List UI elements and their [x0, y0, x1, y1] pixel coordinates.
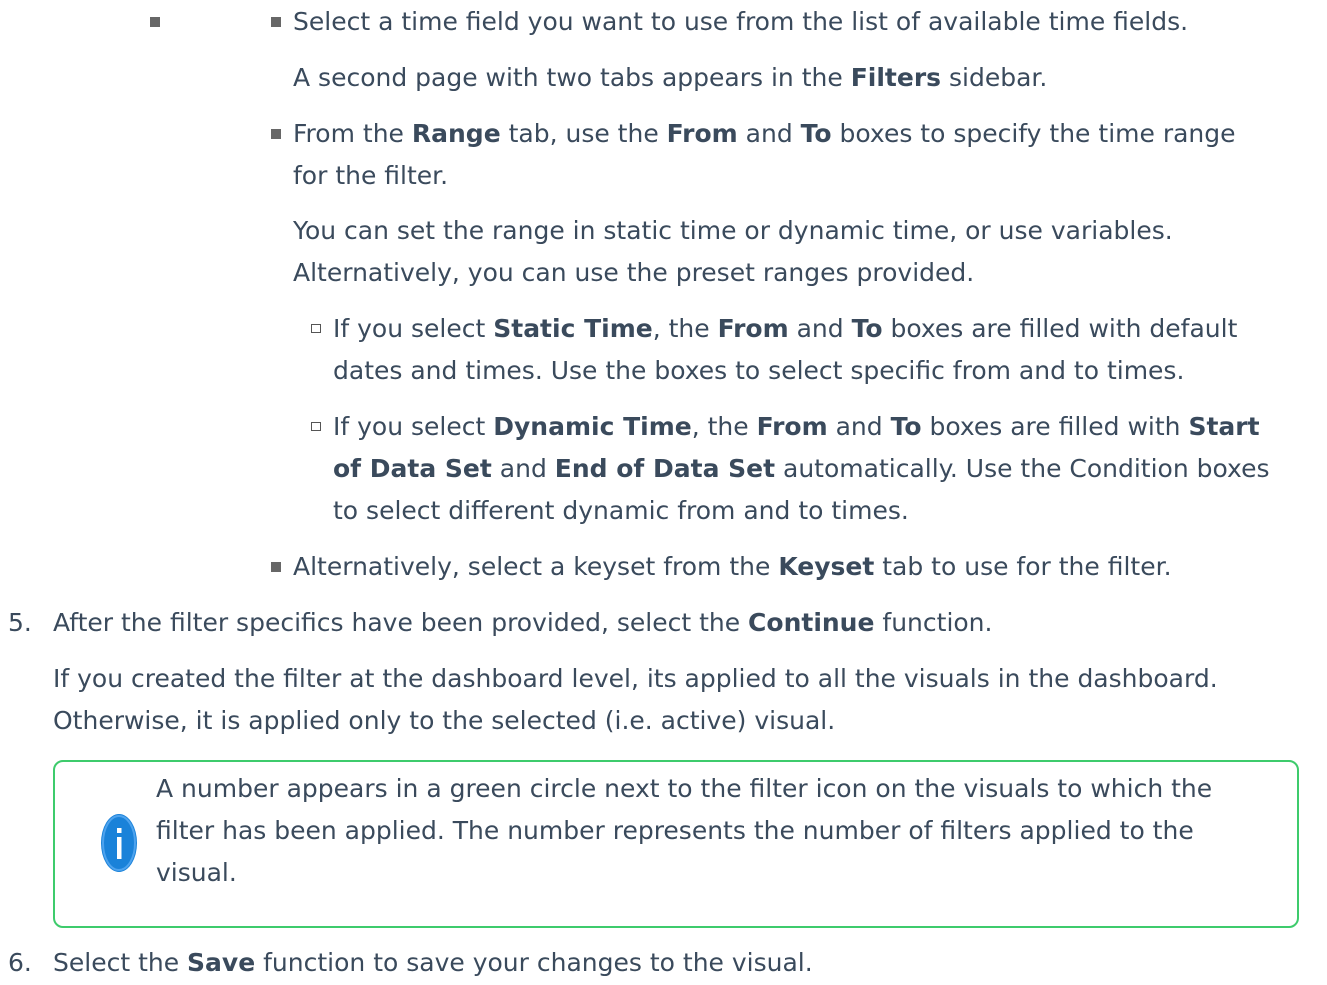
list-item-cont: of Data Set and End of Data Set automati…: [333, 454, 1270, 483]
list-item-cont: for the filter.: [293, 161, 449, 190]
list-item-cont: dates and times. Use the boxes to select…: [333, 356, 1185, 385]
info-icon: [101, 814, 137, 872]
paragraph: You can set the range in static time or …: [293, 216, 1173, 245]
paragraph: If you created the filter at the dashboa…: [53, 664, 1218, 693]
note-text: A number appears in a green circle next …: [156, 774, 1213, 803]
list-bullet: [271, 17, 281, 27]
note-text: visual.: [156, 858, 237, 887]
list-item: If you select Static Time, the From and …: [333, 314, 1238, 343]
step-text: After the filter specifics have been pro…: [53, 608, 993, 637]
list-bullet: [150, 17, 160, 27]
list-bullet: [311, 324, 321, 333]
list-item-cont: to select different dynamic from and to …: [333, 496, 909, 525]
step-number: 6.: [8, 948, 32, 977]
list-item: Alternatively, select a keyset from the …: [293, 552, 1172, 581]
note-text: filter has been applied. The number repr…: [156, 816, 1194, 845]
list-item: If you select Dynamic Time, the From and…: [333, 412, 1260, 441]
list-bullet: [271, 562, 281, 572]
paragraph: Alternatively, you can use the preset ra…: [293, 258, 975, 287]
list-item: From the Range tab, use the From and To …: [293, 119, 1236, 148]
paragraph: Otherwise, it is applied only to the sel…: [53, 706, 836, 735]
list-item: Select a time field you want to use from…: [293, 7, 1189, 36]
step-text: Select the Save function to save your ch…: [53, 948, 813, 977]
list-bullet: [311, 422, 321, 431]
paragraph: A second page with two tabs appears in t…: [293, 63, 1048, 92]
step-number: 5.: [8, 608, 32, 637]
list-bullet: [271, 129, 281, 139]
